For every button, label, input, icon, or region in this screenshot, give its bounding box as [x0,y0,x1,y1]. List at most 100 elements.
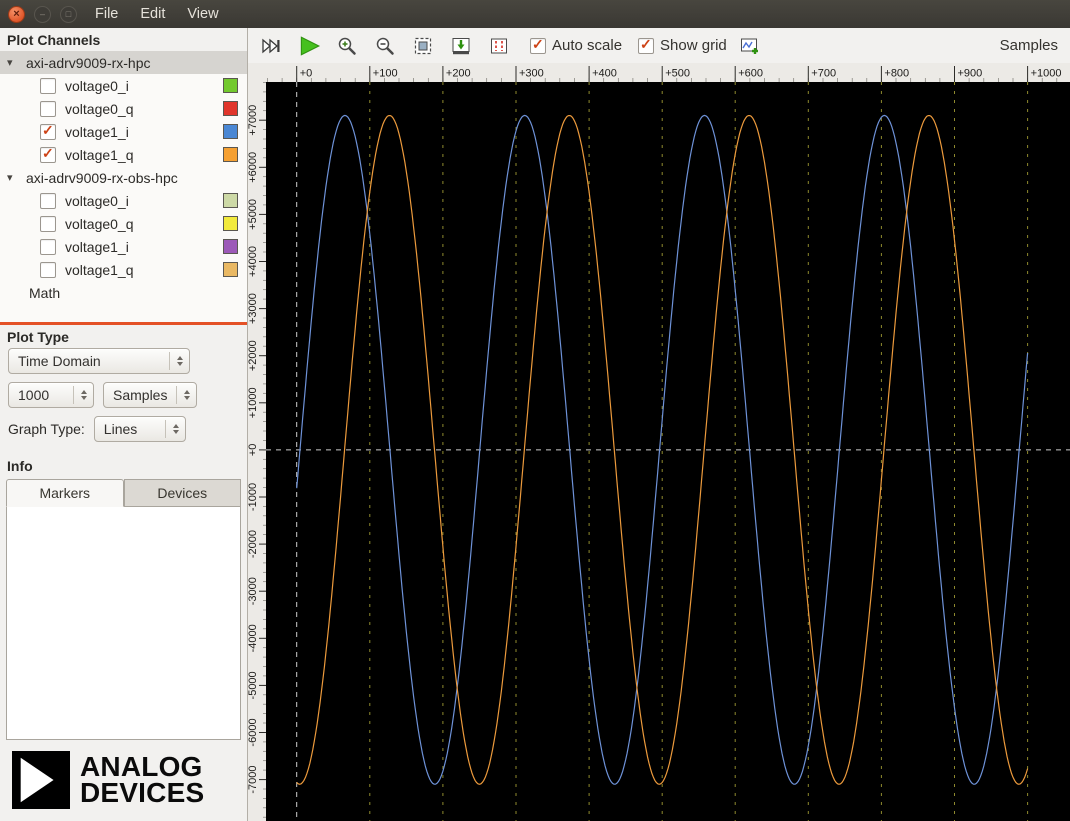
plot-channels-tree: ▾ axi-adrv9009-rx-hpc voltage0_i voltage… [0,51,247,325]
x-axis-ruler[interactable]: +0 +100 +200 +300 +400 +500 +600 +700 +800 +900 +1… [248,63,1070,82]
svg-text:+2000: +2000 [248,340,259,371]
channel-color-swatch[interactable] [223,239,238,254]
channel-row[interactable]: voltage1_q [0,143,247,166]
math-row[interactable]: Math [0,281,247,304]
auto-scale-checkbox[interactable] [530,36,546,54]
channel-row[interactable]: voltage0_q [0,97,247,120]
svg-text:+1000: +1000 [1031,68,1062,80]
svg-text:+100: +100 [373,68,398,80]
info-tabs: Markers Devices [6,479,241,507]
y-axis-ruler[interactable]: -7000 -6000 -5000 -4000 -3000 -2000 -1000 +0 +10… [248,82,266,821]
channel-label: voltage0_q [65,100,134,117]
channel-row[interactable]: voltage1_i [0,235,247,258]
capture-plot-button[interactable] [446,32,476,60]
markers-panel [6,507,241,740]
channel-row[interactable]: voltage0_i [0,74,247,97]
channel-checkbox[interactable] [40,261,56,278]
new-plot-icon [740,38,758,54]
svg-text:-5000: -5000 [248,671,259,699]
channel-color-swatch[interactable] [223,216,238,231]
svg-text:+7000: +7000 [248,105,259,136]
sample-count-value: 1000 [18,387,50,403]
close-button[interactable]: × [8,5,25,23]
channel-checkbox[interactable] [40,122,56,140]
channel-color-swatch[interactable] [223,101,238,116]
channel-checkbox[interactable] [40,100,56,117]
channel-row[interactable]: voltage0_q [0,212,247,235]
svg-text:-4000: -4000 [248,624,259,652]
plot-type-value: Time Domain [18,353,101,369]
channel-row[interactable]: voltage1_q [0,258,247,281]
channel-row[interactable]: voltage0_i [0,189,247,212]
zoom-out-button[interactable] [370,32,400,60]
svg-text:+200: +200 [446,68,471,80]
svg-text:+300: +300 [519,68,544,80]
show-grid-checkbox[interactable] [638,36,655,54]
show-grid-control: Show grid [638,36,727,54]
device-row-rx-obs-hpc[interactable]: ▾ axi-adrv9009-rx-obs-hpc [0,166,247,189]
svg-text:-2000: -2000 [248,530,259,558]
svg-text:+0: +0 [300,68,313,80]
markers-button[interactable] [484,32,514,60]
sample-unit-select[interactable]: Samples [103,382,197,408]
menu-file[interactable]: File [86,3,127,25]
svg-text:+400: +400 [592,68,617,80]
combo-arrows-icon [169,352,183,370]
main-area: Auto scale Show grid Samples +0+100+200+… [248,28,1070,821]
combo-arrows-icon [176,386,190,404]
zoom-fit-button[interactable] [408,32,438,60]
channel-color-swatch[interactable] [223,147,238,162]
graph-type-select[interactable]: Lines [93,416,186,442]
auto-scale-label: Auto scale [552,37,623,54]
expander-triangle-icon[interactable]: ▾ [7,171,19,184]
graph-type-label: Graph Type: [8,421,85,437]
show-grid-label: Show grid [660,37,727,54]
skip-to-end-icon [262,38,280,53]
spinner-arrows-icon[interactable] [73,386,87,404]
minimize-button[interactable]: – [34,5,51,23]
auto-scale-control: Auto scale [530,36,623,54]
channel-label: voltage0_q [65,215,134,232]
device-row-rx-hpc[interactable]: ▾ axi-adrv9009-rx-hpc [0,51,247,74]
menu-view[interactable]: View [178,3,227,25]
svg-text:+5000: +5000 [248,199,259,230]
channel-color-swatch[interactable] [223,193,238,208]
tab-devices[interactable]: Devices [123,479,241,507]
titlebar[interactable]: × – □ File Edit View [0,0,1070,28]
sample-count-input[interactable]: 1000 [8,382,94,408]
channel-color-swatch[interactable] [223,78,238,93]
svg-text:+1000: +1000 [248,387,259,418]
channel-checkbox[interactable] [40,145,56,163]
zoom-out-icon [376,37,394,55]
channel-checkbox[interactable] [40,192,56,209]
sample-unit-value: Samples [113,387,168,403]
channel-label: voltage1_q [65,261,134,278]
menu-edit[interactable]: Edit [131,3,174,25]
channel-row[interactable]: voltage1_i [0,120,247,143]
channel-checkbox[interactable] [40,238,56,255]
channel-color-swatch[interactable] [223,262,238,277]
new-plot-button[interactable] [735,32,765,60]
zoom-in-button[interactable] [332,32,362,60]
expander-triangle-icon[interactable]: ▾ [7,56,19,69]
svg-text:+700: +700 [811,68,836,80]
svg-text:-3000: -3000 [248,577,259,605]
channel-checkbox[interactable] [40,215,56,232]
channel-label: voltage1_i [65,238,129,255]
play-button[interactable] [294,32,324,60]
plot-canvas[interactable] [266,82,1070,821]
iio-oscilloscope-window: × – □ File Edit View Plot Channels ▾ axi… [0,0,1070,821]
plot-type-title: Plot Type [7,329,69,345]
plot-channels-title: Plot Channels [7,32,101,48]
channel-color-swatch[interactable] [223,124,238,139]
channel-checkbox[interactable] [40,77,56,94]
tab-markers[interactable]: Markers [6,479,124,507]
svg-text:+900: +900 [958,68,983,80]
skip-to-end-button[interactable] [256,32,286,60]
maximize-button[interactable]: □ [60,5,77,23]
plot-type-select[interactable]: Time Domain [8,348,190,374]
channel-label: voltage0_i [65,77,129,94]
zoom-in-icon [338,37,356,55]
combo-arrows-icon [164,420,179,438]
graph-type-value: Lines [103,421,138,437]
